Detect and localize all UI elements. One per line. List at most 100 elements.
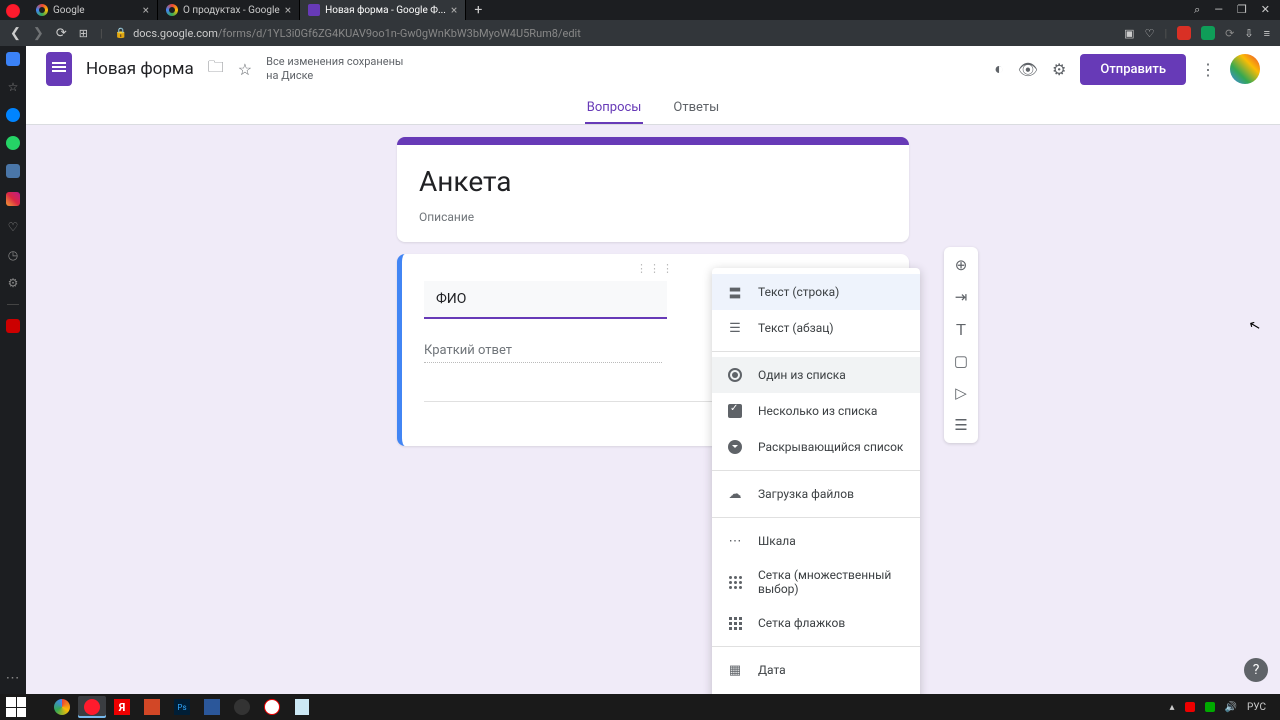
heart-icon[interactable]: ♡	[1145, 27, 1155, 40]
task-opera[interactable]	[78, 696, 106, 718]
history-icon[interactable]: ◷	[8, 248, 18, 262]
import-icon[interactable]: ⇥	[951, 287, 971, 307]
minimize-icon[interactable]: —	[1214, 3, 1223, 17]
task-photoshop[interactable]: Ps	[168, 696, 196, 718]
task-notepad[interactable]	[288, 696, 316, 718]
type-long-text[interactable]: ☰ Текст (абзац)	[712, 310, 920, 346]
side-toolbar: ⊕ ⇥ Ｔ ▢ ▷ ☰	[944, 247, 978, 443]
messenger-icon[interactable]	[6, 108, 20, 122]
tab-google[interactable]: Google ×	[28, 0, 158, 20]
new-tab-button[interactable]: +	[466, 2, 490, 18]
settings-icon[interactable]: ⚙	[1052, 60, 1066, 79]
add-video-icon[interactable]: ▷	[951, 383, 971, 403]
download-icon[interactable]: ⇩	[1244, 27, 1253, 40]
bookmark-icon[interactable]: ☆	[8, 80, 19, 94]
vk-icon[interactable]	[6, 164, 20, 178]
avatar[interactable]	[1230, 54, 1260, 84]
camera-icon[interactable]: ▣	[1124, 27, 1134, 40]
add-section-icon[interactable]: ☰	[951, 415, 971, 435]
type-radio[interactable]: Один из списка	[712, 357, 920, 393]
form-title[interactable]: Анкета	[419, 165, 887, 198]
type-date[interactable]: ▦ Дата	[712, 652, 920, 688]
type-scale[interactable]: ⋯ Шкала	[712, 523, 920, 559]
tab-answers[interactable]: Ответы	[671, 92, 721, 124]
help-button[interactable]: ?	[1244, 658, 1268, 682]
task-yandex-browser[interactable]	[258, 696, 286, 718]
tray-icon[interactable]	[1185, 702, 1195, 712]
form-name[interactable]: Новая форма	[86, 59, 194, 79]
send-button[interactable]: Отправить	[1080, 54, 1186, 85]
tab-form[interactable]: Новая форма - Google Ф... ×	[300, 0, 466, 20]
form-body: Анкета Описание ⋮⋮⋮ Краткий ответ ⧉ 〓 Те…	[26, 125, 1280, 446]
star-icon[interactable]: ☆	[238, 60, 252, 79]
extension-icon[interactable]	[1177, 26, 1191, 40]
address-bar: ❮ ❯ ⟳ ⊞ | 🔒 docs.google.com/forms/d/1YL3…	[0, 20, 1280, 46]
type-upload[interactable]: ☁ Загрузка файлов	[712, 476, 920, 512]
close-icon[interactable]: ×	[451, 3, 457, 17]
more-menu-icon[interactable]: ⋮	[1200, 60, 1216, 79]
back-button[interactable]: ❮	[10, 26, 21, 41]
lock-icon: 🔒	[115, 28, 127, 39]
language-indicator[interactable]: РУС	[1247, 702, 1266, 713]
add-title-icon[interactable]: Ｔ	[951, 319, 971, 339]
forward-button[interactable]: ❯	[33, 26, 44, 41]
tab-products[interactable]: О продуктах - Google ×	[158, 0, 300, 20]
task-powerpoint[interactable]	[138, 696, 166, 718]
sidebar-home-icon[interactable]	[6, 52, 20, 66]
settings-sidebar-icon[interactable]: ⚙	[8, 276, 19, 290]
upload-icon: ☁	[726, 485, 744, 503]
radio-icon	[726, 366, 744, 384]
sidebar-app-icon[interactable]	[6, 319, 20, 333]
forms-header: Новая форма 🗀 ☆ Все изменения сохранены …	[26, 46, 1280, 92]
task-chrome[interactable]	[48, 696, 76, 718]
instagram-icon[interactable]	[6, 192, 20, 206]
divider	[7, 304, 19, 305]
type-short-text[interactable]: 〓 Текст (строка)	[712, 274, 920, 310]
task-obs[interactable]	[228, 696, 256, 718]
palette-icon[interactable]: ◐	[994, 59, 1004, 79]
search-icon[interactable]: ⌕	[1194, 3, 1200, 17]
close-icon[interactable]: ×	[285, 3, 291, 17]
divider	[712, 351, 920, 352]
url-text: docs.google.com/forms/d/1YL3i0Gf6ZG4KUAV…	[133, 27, 581, 40]
tab-label: Новая форма - Google Ф...	[325, 5, 446, 16]
whatsapp-icon[interactable]	[6, 136, 20, 150]
form-description[interactable]: Описание	[419, 210, 887, 224]
task-word[interactable]	[198, 696, 226, 718]
title-card[interactable]: Анкета Описание	[397, 137, 909, 242]
page-content: Новая форма 🗀 ☆ Все изменения сохранены …	[26, 46, 1280, 694]
tray-icon[interactable]: 🔊	[1225, 702, 1237, 713]
start-button[interactable]	[6, 697, 26, 717]
dropdown-icon	[726, 438, 744, 456]
heart-sidebar-icon[interactable]: ♡	[8, 220, 19, 234]
save-status: Все изменения сохранены на Диске	[266, 55, 403, 84]
tray-up-icon[interactable]: ▴	[1170, 702, 1175, 713]
tab-questions[interactable]: Вопросы	[585, 92, 644, 124]
taskbar: Я Ps ▴ 🔊 РУС	[0, 694, 1280, 720]
type-checkbox[interactable]: Несколько из списка	[712, 393, 920, 429]
type-time[interactable]: ◷ Время	[712, 688, 920, 694]
extension-icon[interactable]	[1201, 26, 1215, 40]
folder-icon[interactable]: 🗀	[208, 56, 224, 83]
type-select[interactable]: Раскрывающийся список	[712, 429, 920, 465]
question-input[interactable]	[424, 281, 667, 319]
more-icon[interactable]: ⋯	[6, 670, 21, 686]
menu-icon[interactable]: ≡	[1264, 27, 1270, 40]
forms-logo[interactable]	[46, 52, 72, 86]
speed-dial-icon[interactable]: ⊞	[79, 27, 88, 40]
add-image-icon[interactable]: ▢	[951, 351, 971, 371]
tray-icon[interactable]	[1205, 702, 1215, 712]
maximize-icon[interactable]: ❐	[1237, 3, 1247, 17]
close-window-icon[interactable]: ✕	[1261, 3, 1270, 17]
sync-icon[interactable]: ⟳	[1225, 27, 1234, 40]
url-field[interactable]: 🔒 docs.google.com/forms/d/1YL3i0Gf6ZG4KU…	[115, 27, 1113, 40]
scale-icon: ⋯	[726, 532, 744, 550]
type-grid-check[interactable]: Сетка флажков	[712, 605, 920, 641]
opera-logo	[6, 4, 20, 18]
add-question-icon[interactable]: ⊕	[951, 255, 971, 275]
reload-button[interactable]: ⟳	[56, 26, 67, 41]
close-icon[interactable]: ×	[143, 3, 149, 17]
type-grid-radio[interactable]: Сетка (множественный выбор)	[712, 559, 920, 605]
preview-icon[interactable]: 👁	[1018, 60, 1038, 79]
task-yandex[interactable]: Я	[108, 696, 136, 718]
